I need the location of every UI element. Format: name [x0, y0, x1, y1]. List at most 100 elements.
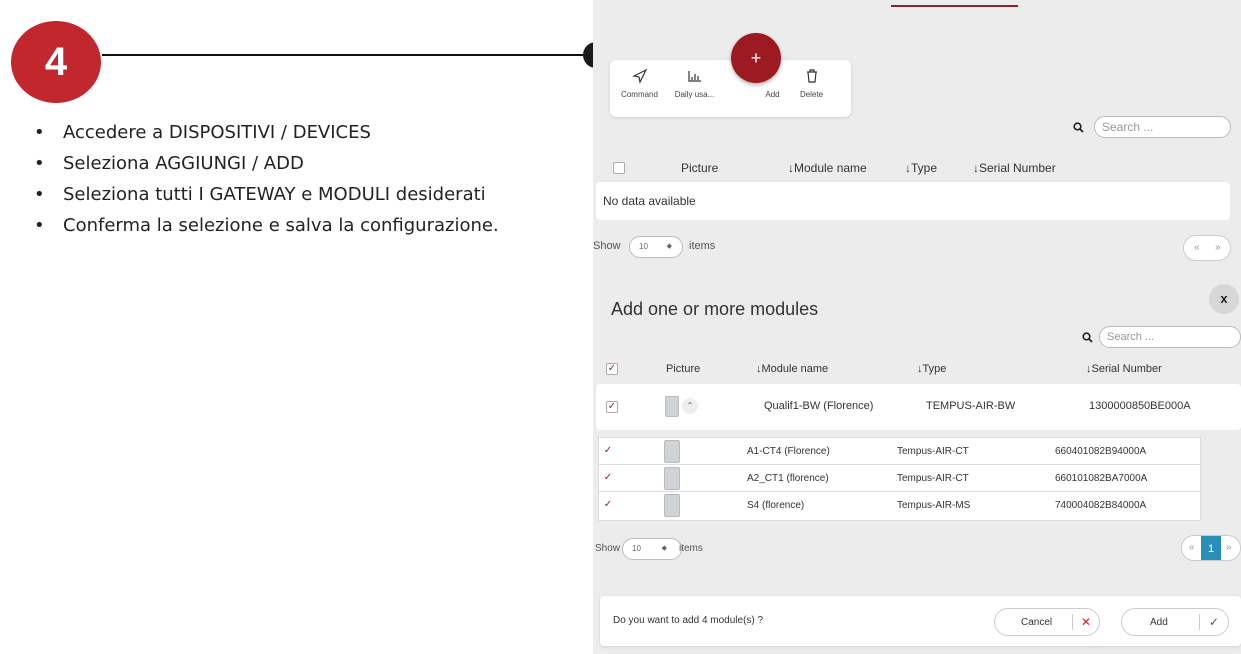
bar-chart-icon: [667, 68, 722, 90]
module-type: Tempus-AIR-CT: [897, 446, 969, 457]
app-screenshot: Command Daily usa... Add Delete + Search…: [593, 0, 1241, 654]
gateway-row[interactable]: ✓ ⌃ Qualif1-BW (Florence) TEMPUS-AIR-BW …: [596, 384, 1241, 430]
modal-page-size-select[interactable]: 10 ◆: [622, 538, 682, 560]
module-serial: 660101082BA7000A: [1055, 473, 1148, 484]
button-divider: [1199, 614, 1200, 630]
add-confirm-label: Add: [1150, 617, 1168, 628]
column-serial-label: Serial Number: [979, 161, 1056, 175]
modules-subtable: ✓ A1-CT4 (Florence) Tempus-AIR-CT 660401…: [598, 437, 1202, 521]
module-name: A2_CT1 (florence): [747, 473, 829, 484]
modal-column-module-name[interactable]: ↓Module name: [756, 363, 828, 375]
close-icon: x: [1220, 291, 1228, 306]
modal-column-serial-number[interactable]: ↓Serial Number: [1086, 363, 1162, 375]
modal-pager-current[interactable]: 1: [1201, 536, 1221, 560]
cross-icon: ✕: [1081, 615, 1092, 629]
column-type[interactable]: ↓Type: [905, 161, 937, 175]
modal-pager-next[interactable]: »: [1226, 542, 1232, 553]
gateway-serial: 1300000850BE000A: [1089, 400, 1191, 412]
modal-items-label: items: [679, 543, 703, 554]
module-type: Tempus-AIR-CT: [897, 473, 969, 484]
module-type: Tempus-AIR-MS: [897, 500, 971, 511]
module-row[interactable]: ✓ A1-CT4 (Florence) Tempus-AIR-CT 660401…: [599, 438, 1202, 465]
plus-icon: +: [750, 47, 762, 68]
module-name: A1-CT4 (Florence): [747, 446, 830, 457]
daily-usage-button[interactable]: Daily usa...: [667, 68, 722, 99]
command-button[interactable]: Command: [612, 68, 667, 99]
module-serial: 660401082B94000A: [1055, 446, 1147, 457]
modal-select-all-checkbox[interactable]: ✓: [606, 363, 618, 375]
tutorial-slide: 4 Accedere a DISPOSITIVI / DEVICES Selez…: [0, 0, 1241, 654]
select-arrows-icon: ◆: [666, 243, 672, 250]
page-size-select[interactable]: 10 ◆: [629, 236, 683, 258]
checkmark-icon: ✓: [1209, 615, 1220, 629]
column-module-name-label: Module name: [794, 161, 867, 175]
modal-pager-prev[interactable]: «: [1189, 542, 1195, 553]
gateway-type: TEMPUS-AIR-BW: [926, 400, 1016, 412]
module-checkbox[interactable]: ✓: [602, 500, 614, 512]
gateway-checkbox[interactable]: ✓: [606, 401, 618, 413]
instruction-item: Seleziona tutti I GATEWAY e MODULI desid…: [34, 184, 499, 215]
add-confirm-button[interactable]: Add ✓: [1121, 608, 1229, 636]
chevron-up-icon[interactable]: ⌃: [682, 398, 698, 414]
module-picture: [664, 494, 680, 517]
modal-show-label: Show: [595, 543, 621, 554]
modal-page-size-value: 10: [632, 544, 641, 553]
select-all-checkbox[interactable]: [613, 162, 625, 174]
module-row[interactable]: ✓ S4 (florence) Tempus-AIR-MS 740004082B…: [599, 492, 1202, 519]
modal-search-icon: [1082, 332, 1093, 346]
search-input[interactable]: Search ...: [1094, 116, 1231, 138]
module-picture: [664, 467, 680, 490]
modal-column-type-label: Type: [922, 363, 947, 375]
module-name: S4 (florence): [747, 500, 805, 511]
items-label: items: [689, 240, 716, 252]
callout-line: [102, 54, 592, 56]
delete-label: Delete: [799, 90, 824, 99]
pager-prev[interactable]: «: [1194, 242, 1200, 253]
instruction-item: Conferma la selezione e salva la configu…: [34, 215, 499, 246]
instruction-list: Accedere a DISPOSITIVI / DEVICES Selezio…: [34, 122, 499, 246]
column-picture: Picture: [681, 161, 719, 175]
show-label: Show: [593, 240, 621, 252]
modal-column-picture: Picture: [666, 363, 701, 375]
modal-select-arrows-icon: ◆: [661, 545, 667, 552]
module-checkbox[interactable]: ✓: [602, 446, 614, 458]
cancel-button[interactable]: Cancel ✕: [994, 608, 1100, 636]
delete-button[interactable]: Delete: [784, 68, 839, 99]
devices-table-header: Picture ↓Module name ↓Type ↓Serial Numbe…: [603, 155, 1230, 180]
empty-table-message: No data available: [596, 182, 1230, 220]
step-number-badge: 4: [11, 21, 101, 103]
page-size-value: 10: [639, 242, 648, 251]
modal-column-type[interactable]: ↓Type: [917, 363, 946, 375]
add-button[interactable]: +: [731, 33, 781, 83]
send-icon: [612, 68, 667, 90]
modal-title: Add one or more modules: [611, 299, 819, 319]
column-serial-number[interactable]: ↓Serial Number: [973, 161, 1056, 175]
modal-column-module-name-label: Module name: [761, 363, 829, 375]
cancel-label: Cancel: [1021, 617, 1053, 628]
module-picture: [664, 440, 680, 463]
column-module-name[interactable]: ↓Module name: [788, 161, 867, 175]
modal-table-header: ✓ Picture ↓Module name ↓Type ↓Serial Num…: [593, 358, 1241, 380]
pager-next[interactable]: »: [1215, 242, 1221, 253]
button-divider: [1072, 614, 1073, 630]
module-row[interactable]: ✓ A2_CT1 (florence) Tempus-AIR-CT 660101…: [599, 465, 1202, 492]
instruction-item: Accedere a DISPOSITIVI / DEVICES: [34, 122, 499, 153]
gateway-name: Qualif1-BW (Florence): [764, 400, 874, 412]
instruction-item: Seleziona AGGIUNGI / ADD: [34, 153, 499, 184]
module-checkbox[interactable]: ✓: [602, 473, 614, 485]
command-label: Command: [621, 90, 658, 99]
confirm-message: Do you want to add 4 module(s) ?: [613, 615, 764, 626]
column-type-label: Type: [911, 161, 938, 175]
modal-pagination: « 1 »: [1181, 535, 1241, 561]
modal-search-input[interactable]: Search ...: [1099, 326, 1241, 348]
device-toolbar: Command Daily usa... Add Delete: [610, 60, 851, 117]
pagination: « »: [1183, 235, 1231, 261]
confirm-bar: Do you want to add 4 module(s) ? Cancel …: [600, 596, 1241, 646]
search-icon: [1073, 122, 1084, 136]
trash-icon: [784, 68, 839, 90]
gateway-picture: [665, 396, 679, 417]
module-serial: 740004082B84000A: [1055, 500, 1147, 511]
close-button[interactable]: x: [1209, 284, 1239, 314]
active-tab-indicator: [891, 5, 1018, 7]
add-modules-modal: Add one or more modules x Search ... ✓ P…: [593, 275, 1241, 654]
